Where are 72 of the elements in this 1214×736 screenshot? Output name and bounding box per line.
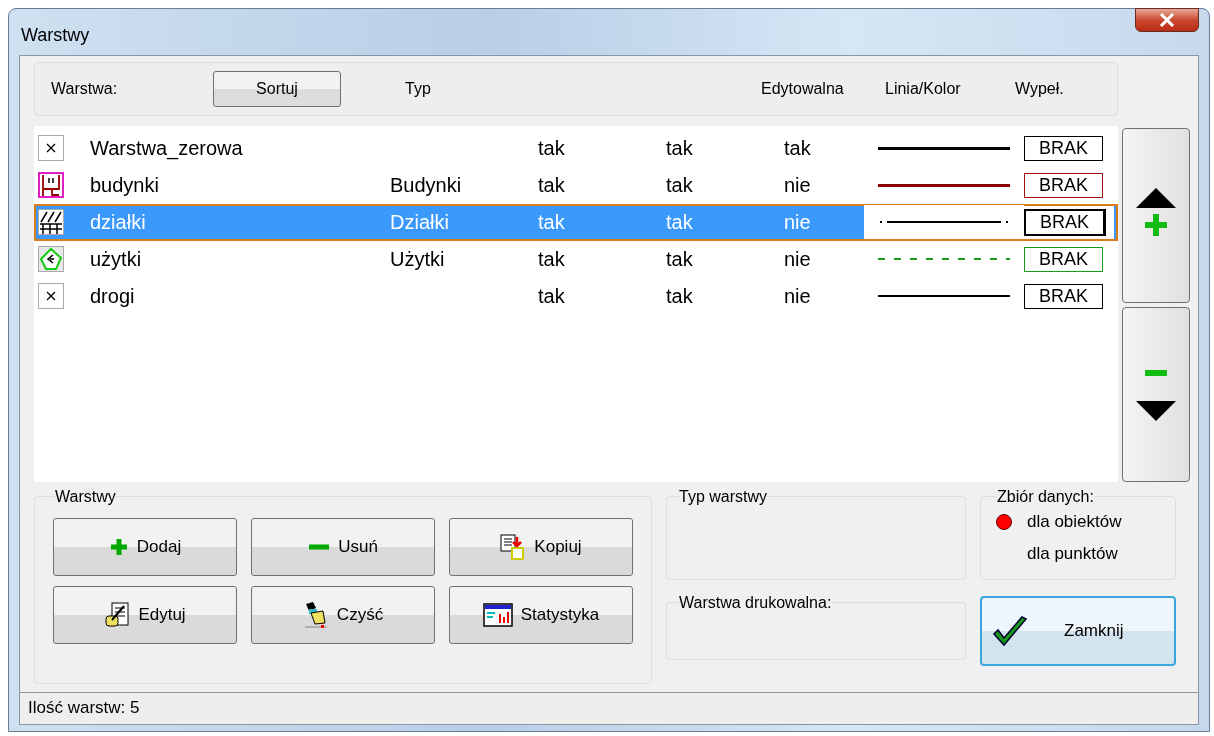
edit-icon (104, 601, 131, 628)
close-icon (1159, 13, 1175, 27)
copy-icon (500, 533, 527, 560)
layer-row[interactable]: budynki Budynki tak tak nie BRAK (34, 166, 1119, 204)
table-cell-text: tak (538, 210, 566, 234)
column-header: Edytowalna (761, 79, 844, 98)
group-title: Zbiór danych: (997, 487, 1094, 506)
table-cell-text: tak (538, 173, 566, 197)
layer-row[interactable]: drogi tak tak nie BRAK (34, 277, 1119, 315)
option-label: dla punktów (1027, 543, 1118, 564)
option-label: dla obiektów (1027, 511, 1122, 532)
eraser-hand-icon (302, 600, 329, 629)
close-dialog-button[interactable]: Zamknij (980, 595, 1176, 666)
column-header: Linia/Kolor (885, 79, 961, 98)
column-header: Typ (405, 79, 431, 98)
action-button[interactable]: Usuń (251, 517, 435, 576)
plus-icon (108, 536, 129, 557)
status-text: Ilość warstw: 5 (28, 698, 140, 719)
checkmark-icon (992, 613, 1028, 648)
action-button[interactable]: Kopiuj (449, 517, 633, 576)
chart-window-icon (482, 602, 513, 627)
sort-button[interactable]: Sortuj (213, 70, 341, 107)
fill-swatch: BRAK (1024, 246, 1104, 272)
editable-cell-text: nie (784, 247, 812, 271)
move-up-button[interactable] (1122, 127, 1190, 303)
table-cell-text: tak (538, 284, 566, 308)
hatch-icon (38, 209, 64, 236)
layer-row[interactable]: użytki Użytki tak tak nie BRAK (34, 240, 1119, 278)
editable-cell-text: nie (784, 210, 812, 234)
action-button[interactable]: Edytuj (53, 585, 237, 644)
cross-icon (38, 135, 64, 162)
cross-icon (38, 283, 64, 310)
group-title: Typ warstwy (679, 487, 767, 506)
minus-icon (308, 542, 331, 551)
move-down-button[interactable] (1122, 306, 1190, 482)
layer-type: Użytki (390, 247, 445, 270)
radio-option[interactable]: dla obiektów (995, 505, 1167, 538)
layer-name: drogi (90, 284, 136, 308)
column-header: Wypeł. (1015, 79, 1064, 98)
editable-cell-text: tak (784, 136, 812, 160)
table-cell-text: tak (666, 173, 694, 197)
group-title: Warstwy (55, 487, 116, 506)
fill-swatch: BRAK (1024, 208, 1107, 236)
editable-cell-text: nie (784, 173, 812, 197)
table-cell-text: tak (666, 247, 694, 271)
editable-cell-text: nie (784, 284, 812, 308)
table-cell-text: tak (666, 136, 694, 160)
close-button[interactable] (1135, 8, 1199, 32)
layer-type: Działki (390, 210, 449, 233)
layer-name: użytki (90, 247, 143, 271)
layer-name: działki (90, 210, 147, 234)
table-cell-text: tak (538, 247, 566, 271)
land-icon (38, 246, 64, 273)
layer-name: budynki (90, 173, 160, 197)
column-header: Warstwa: (51, 79, 118, 98)
fill-swatch: BRAK (1024, 135, 1104, 161)
fill-swatch: BRAK (1024, 283, 1104, 309)
layer-name: Warstwa_zerowa (90, 136, 244, 160)
building-icon (38, 172, 64, 199)
action-button[interactable]: Statystyka (449, 585, 633, 644)
table-cell-text: tak (538, 136, 566, 160)
layer-row[interactable]: Warstwa_zerowa tak tak tak BRAK (34, 129, 1119, 167)
window-title: Warstwy (21, 25, 90, 46)
radio-option[interactable]: dla punktów (995, 537, 1167, 570)
action-button[interactable]: Czyść (251, 585, 435, 644)
table-cell-text: tak (666, 284, 694, 308)
table-cell-text: tak (666, 210, 694, 234)
group-title: Warstwa drukowalna: (679, 593, 832, 612)
layer-type: Budynki (390, 173, 462, 196)
layer-row[interactable]: działki Działki tak tak nie BRAK (34, 203, 1119, 241)
fill-swatch: BRAK (1024, 172, 1104, 198)
action-button[interactable]: Dodaj (53, 517, 237, 576)
